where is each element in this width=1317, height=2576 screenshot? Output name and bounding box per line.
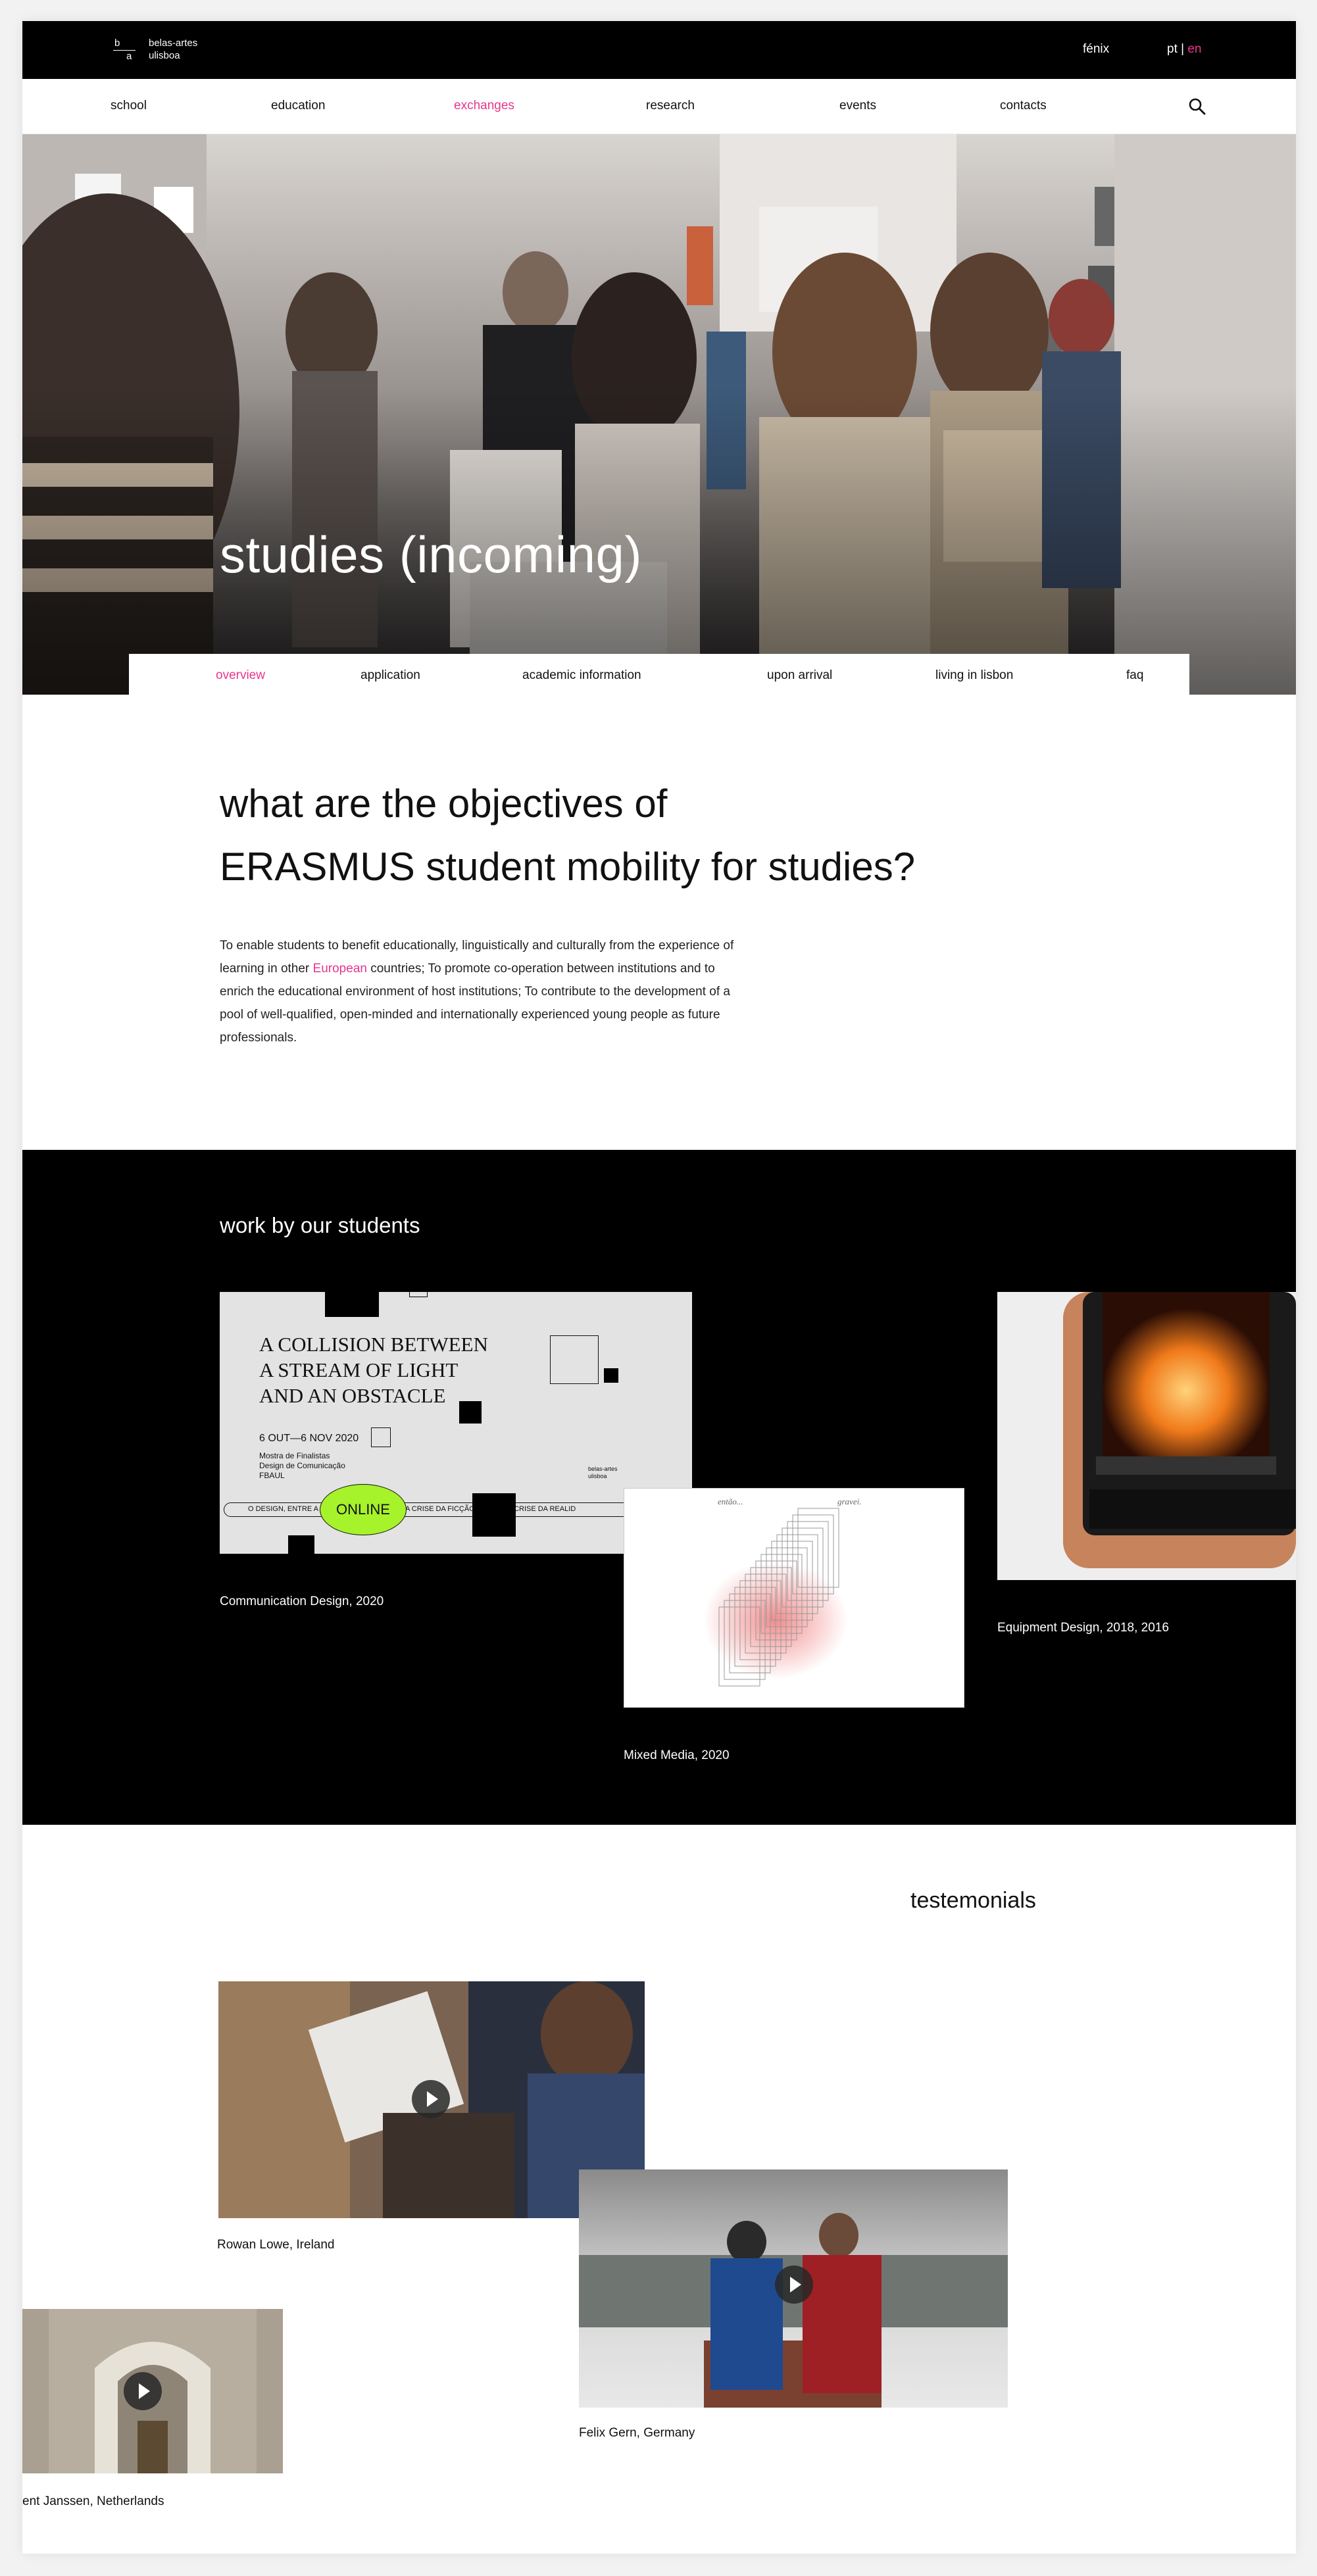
lang-pt[interactable]: pt xyxy=(1167,42,1178,56)
poster-info: Mostra de Finalistas Design de Comunicaç… xyxy=(259,1451,345,1481)
logo-text[interactable]: belas-artes ulisboa xyxy=(149,37,197,62)
work-card-mixed-media[interactable]: então... gravei. xyxy=(624,1488,964,1708)
language-switch: pt | en xyxy=(1167,42,1202,57)
poster-square xyxy=(288,1535,314,1554)
work-card-equipment-design[interactable] xyxy=(997,1292,1296,1580)
nav-research[interactable]: research xyxy=(646,99,695,113)
poster-ticker: O DESIGN, ENTRE A CRISE DA REALIDADE E A… xyxy=(224,1502,692,1517)
work-caption: Equipment Design, 2018, 2016 xyxy=(997,1621,1169,1635)
nav-school[interactable]: school xyxy=(111,99,147,113)
poster-mini-logo-1: belas-artes xyxy=(588,1466,618,1472)
sketch-drawing xyxy=(703,1508,848,1687)
testimonial-caption: Felix Gern, Germany xyxy=(579,2426,695,2440)
work-card-communication-design[interactable]: A COLLISION BETWEEN A STREAM OF LIGHT AN… xyxy=(220,1292,692,1554)
play-icon[interactable] xyxy=(775,2266,813,2304)
section-tabs: overview application academic informatio… xyxy=(129,654,1189,696)
search-icon[interactable] xyxy=(1188,97,1206,116)
work-caption: Communication Design, 2020 xyxy=(220,1595,384,1608)
hero-banner: studies (incoming) xyxy=(22,134,1296,695)
online-badge: ONLINE xyxy=(320,1484,407,1535)
student-work-heading: work by our students xyxy=(220,1213,420,1237)
poster-square xyxy=(459,1401,482,1424)
poster-square xyxy=(472,1493,516,1537)
poster-info-1: Mostra de Finalistas xyxy=(259,1451,330,1460)
lang-en[interactable]: en xyxy=(1187,42,1201,56)
nav-contacts[interactable]: contacts xyxy=(1000,99,1047,113)
poster-square xyxy=(371,1427,391,1447)
student-work-section: work by our students A COLLISION BETWEEN… xyxy=(22,1150,1296,1825)
objectives-heading-line-2: ERASMUS student mobility for studies? xyxy=(220,845,916,889)
tab-living-in-lisbon[interactable]: living in lisbon xyxy=(935,668,1013,683)
tab-application[interactable]: application xyxy=(360,668,420,683)
poster-headline: A COLLISION BETWEEN A STREAM OF LIGHT AN… xyxy=(259,1331,488,1408)
poster-info-2: Design de Comunicação xyxy=(259,1461,345,1470)
testimonials-heading: testemonials xyxy=(910,1888,1036,1913)
main-nav: school education exchanges research even… xyxy=(22,79,1296,134)
tab-faq[interactable]: faq xyxy=(1126,668,1143,683)
poster-dates: 6 OUT—6 NOV 2020 xyxy=(259,1433,359,1444)
objectives-heading: what are the objectives of ERASMUS stude… xyxy=(220,772,1075,899)
testimonial-video-janssen[interactable] xyxy=(22,2309,283,2473)
objectives-heading-line-1: what are the objectives of xyxy=(220,781,668,826)
testimonial-caption: Rowan Lowe, Ireland xyxy=(217,2238,335,2252)
european-link[interactable]: European xyxy=(313,962,367,976)
nav-events[interactable]: events xyxy=(839,99,876,113)
page: b a belas-artes ulisboa fénix pt | en sc… xyxy=(22,21,1296,2554)
stove-photo xyxy=(997,1292,1296,1580)
poster-line-1: A COLLISION BETWEEN xyxy=(259,1333,488,1356)
poster-square xyxy=(325,1292,379,1317)
logo-line-2: ulisboa xyxy=(149,50,180,61)
page-title: studies (incoming) xyxy=(220,526,642,583)
logo-divider xyxy=(113,50,136,51)
tab-upon-arrival[interactable]: upon arrival xyxy=(767,668,832,683)
top-bar: b a belas-artes ulisboa fénix pt | en xyxy=(22,21,1296,79)
tab-academic-information[interactable]: academic information xyxy=(522,668,641,683)
poster-line-3: AND AN OBSTACLE xyxy=(259,1384,446,1407)
logo-mark[interactable]: b a xyxy=(113,37,136,64)
poster-info-3: FBAUL xyxy=(259,1471,285,1480)
poster-mini-logo: belas-artes ulisboa xyxy=(588,1466,618,1480)
work-caption: Mixed Media, 2020 xyxy=(624,1748,730,1762)
nav-education[interactable]: education xyxy=(271,99,325,113)
testimonial-video-felix[interactable] xyxy=(579,2169,1008,2408)
poster-square xyxy=(409,1292,428,1297)
logo-letter-b: b xyxy=(114,37,120,49)
poster-line-2: A STREAM OF LIGHT xyxy=(259,1358,459,1381)
poster-mini-logo-2: ulisboa xyxy=(588,1473,607,1479)
objectives-body: To enable students to benefit educationa… xyxy=(220,934,739,1049)
lang-separator: | xyxy=(1181,42,1185,56)
logo-line-1: belas-artes xyxy=(149,37,198,49)
poster-square xyxy=(550,1335,599,1384)
poster-square xyxy=(604,1368,618,1383)
play-icon[interactable] xyxy=(412,2080,450,2118)
tab-overview[interactable]: overview xyxy=(216,668,265,683)
hero-photo xyxy=(22,134,1296,695)
fenix-link[interactable]: fénix xyxy=(1083,42,1109,57)
logo-letter-a: a xyxy=(126,51,132,62)
play-icon[interactable] xyxy=(124,2372,162,2410)
testimonial-caption: ent Janssen, Netherlands xyxy=(22,2494,164,2508)
nav-exchanges[interactable]: exchanges xyxy=(454,99,514,113)
